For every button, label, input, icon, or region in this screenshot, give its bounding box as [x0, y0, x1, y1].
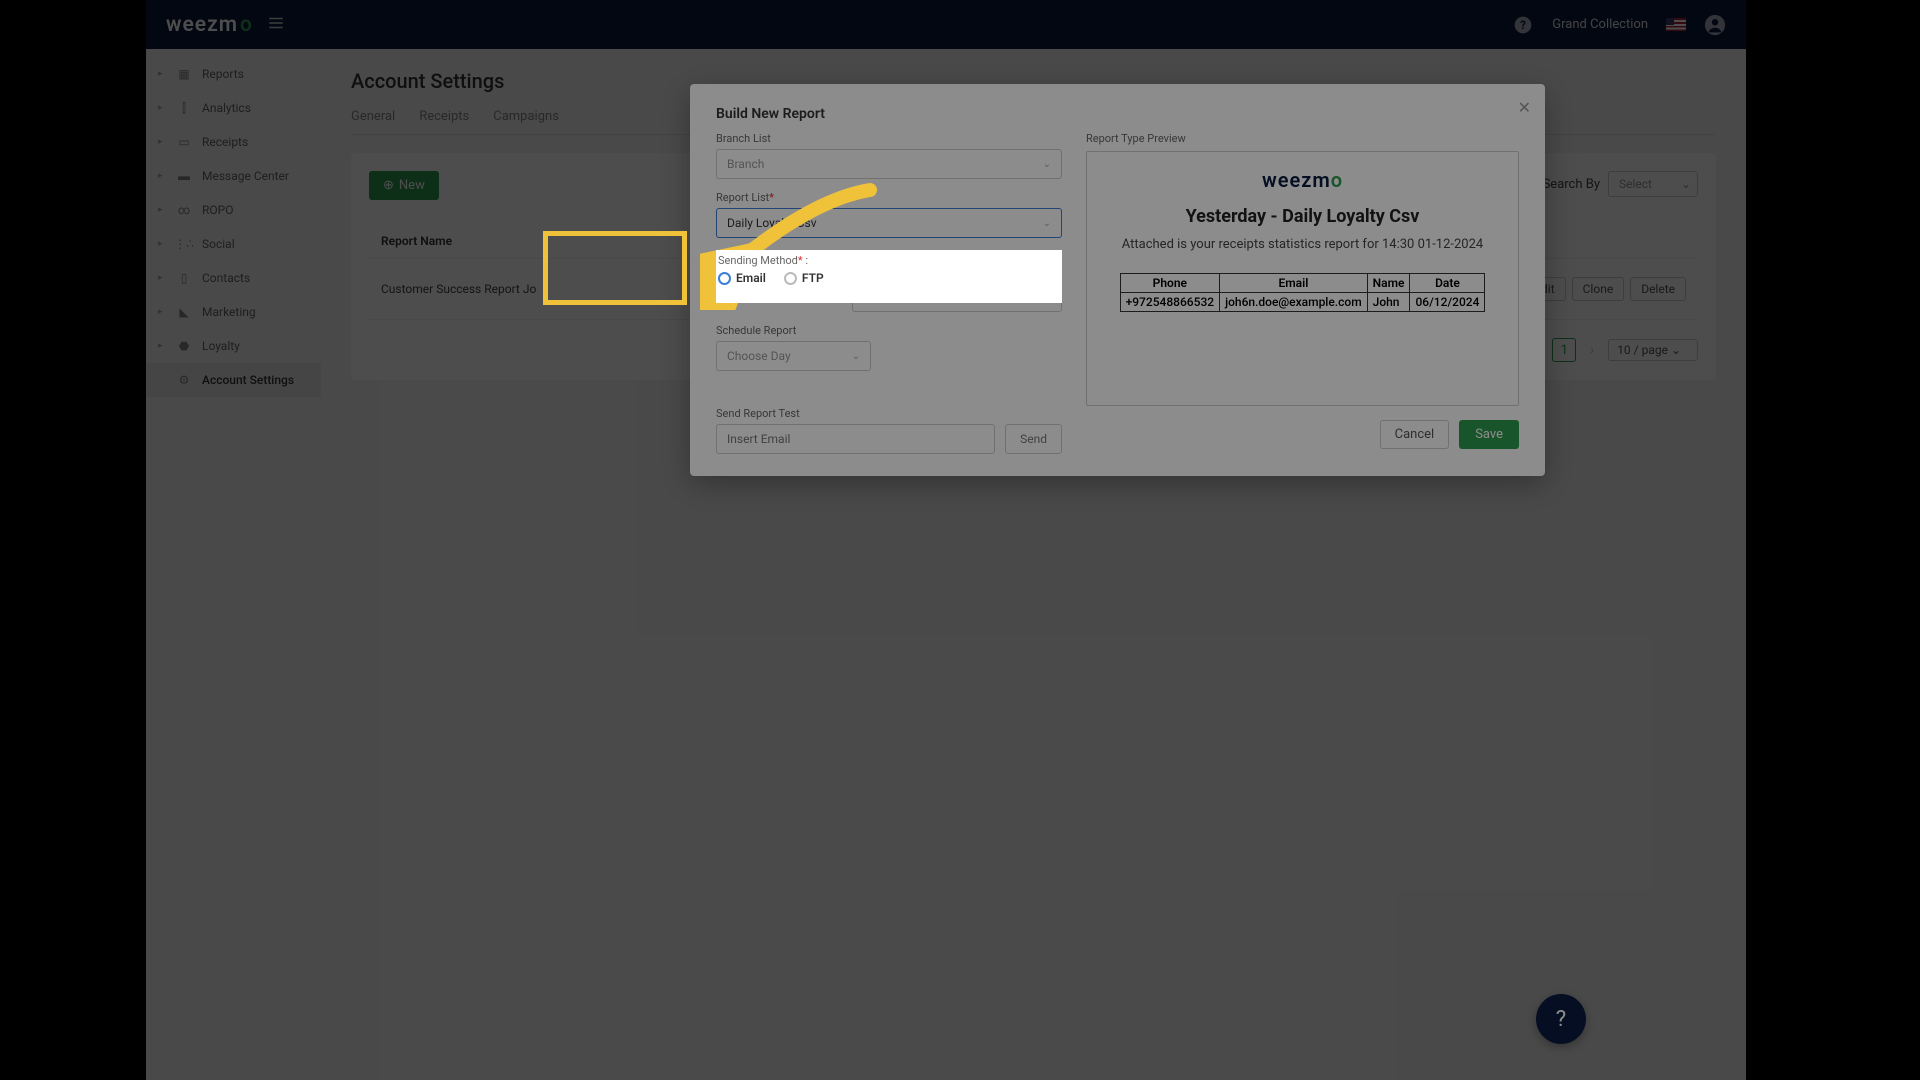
radio-email-label: Email — [736, 271, 766, 285]
schedule-placeholder: Choose Day — [727, 349, 791, 363]
branch-list-label: Branch List — [716, 132, 1062, 145]
branch-select[interactable]: Branch ⌄ — [716, 149, 1062, 179]
sending-method-radios: Email FTP — [718, 271, 1060, 285]
preview-col-date: Date — [1410, 273, 1485, 292]
close-icon[interactable]: ✕ — [1518, 98, 1531, 117]
schedule-label: Schedule Report — [716, 324, 1062, 337]
preview-label: Report Type Preview — [1086, 132, 1519, 145]
preview-col-email: Email — [1220, 273, 1368, 292]
chevron-down-icon: ⌄ — [1043, 159, 1051, 170]
schedule-select[interactable]: Choose Day ⌄ — [716, 341, 871, 371]
radio-ftp-label: FTP — [802, 271, 824, 285]
test-email-input[interactable] — [716, 424, 995, 454]
build-report-modal: ✕ Build New Report Branch List Branch ⌄ R… — [690, 84, 1545, 476]
help-bubble-icon[interactable]: ? — [1536, 994, 1586, 1044]
radio-email[interactable]: Email — [718, 271, 766, 285]
chevron-down-icon: ⌄ — [852, 351, 860, 362]
modal-title: Build New Report — [716, 106, 1519, 122]
preview-cell-phone: +972548866532 — [1120, 292, 1220, 311]
preview-title: Yesterday - Daily Loyalty Csv — [1103, 206, 1502, 227]
preview-col-name: Name — [1367, 273, 1410, 292]
radio-ftp[interactable]: FTP — [784, 271, 824, 285]
branch-placeholder: Branch — [727, 157, 764, 171]
preview-cell-name: John — [1367, 292, 1410, 311]
preview-subtitle: Attached is your receipts statistics rep… — [1103, 235, 1502, 255]
radio-icon — [718, 272, 731, 285]
preview-cell-date: 06/12/2024 — [1410, 292, 1485, 311]
chevron-down-icon: ⌄ — [1043, 218, 1051, 229]
send-test-label: Send Report Test — [716, 407, 1062, 420]
report-list-label: Report List* — [716, 191, 1062, 204]
preview-table: Phone Email Name Date +972548866532 joh6… — [1120, 273, 1486, 312]
preview-box: weezmo Yesterday - Daily Loyalty Csv Att… — [1086, 151, 1519, 406]
preview-col-phone: Phone — [1120, 273, 1220, 292]
help-close-x[interactable]: X — [1584, 977, 1591, 990]
preview-cell-email: joh6n.doe@example.com — [1220, 292, 1368, 311]
save-button[interactable]: Save — [1459, 420, 1519, 449]
send-test-button[interactable]: Send — [1005, 424, 1062, 454]
report-list-value: Daily Loyalty Csv — [727, 216, 817, 230]
radio-icon — [784, 272, 797, 285]
sending-method-label: Sending Method* : — [718, 254, 1060, 267]
preview-logo: weezmo — [1103, 168, 1502, 192]
cancel-button[interactable]: Cancel — [1380, 420, 1450, 449]
report-list-select[interactable]: Daily Loyalty Csv ⌄ — [716, 208, 1062, 238]
